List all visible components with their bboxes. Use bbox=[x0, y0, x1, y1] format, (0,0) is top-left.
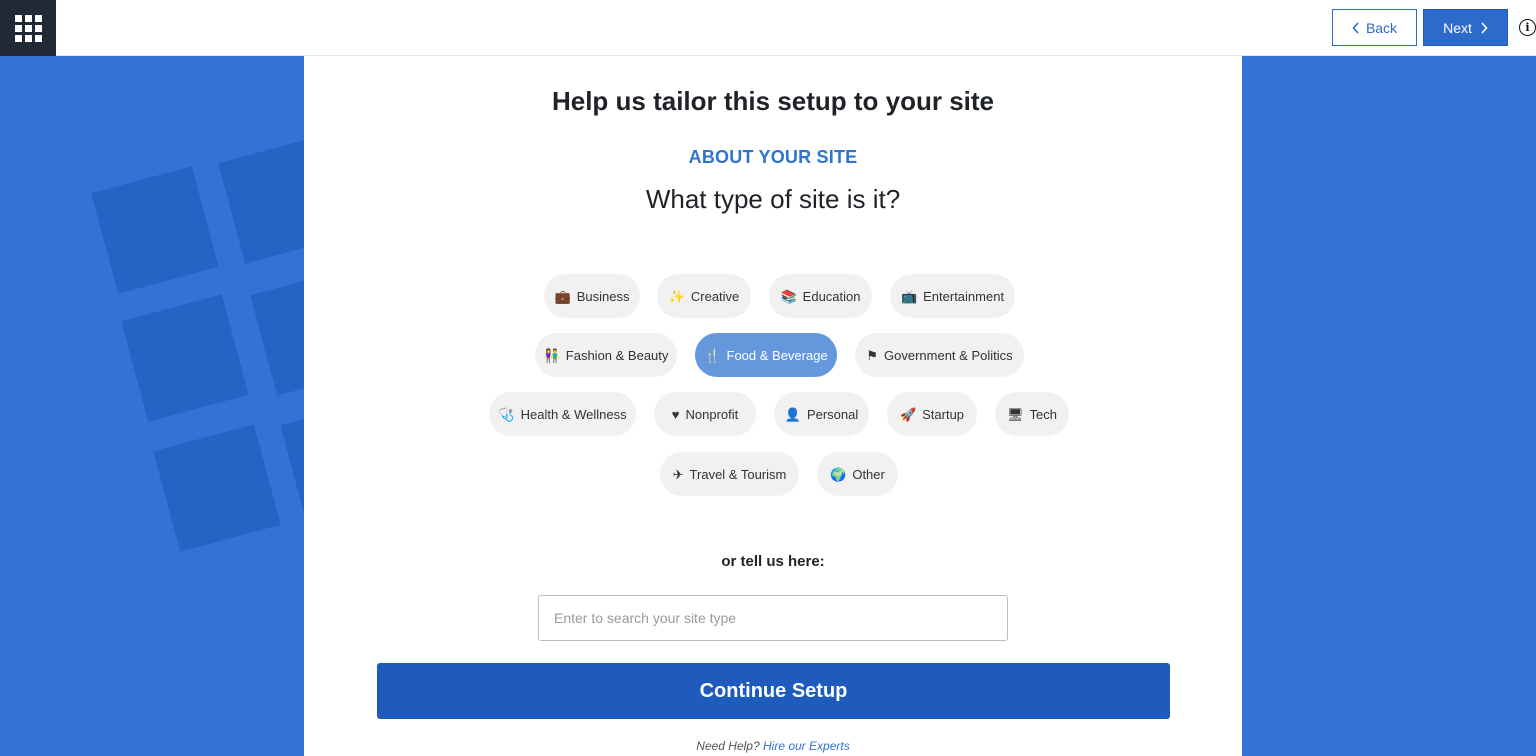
back-label: Back bbox=[1365, 19, 1398, 36]
chip-label: Food & Beverage bbox=[726, 347, 828, 363]
chip-label: Tech bbox=[1029, 406, 1057, 422]
medkit-icon: 🩺 bbox=[498, 406, 515, 422]
chip-label: Education bbox=[802, 288, 861, 304]
monitor-icon: 🖥 bbox=[1007, 406, 1024, 422]
utensils-icon: 🍴 bbox=[704, 347, 721, 363]
chip-label: Travel & Tourism bbox=[689, 466, 787, 482]
decor-square bbox=[121, 294, 249, 422]
chip-label: Health & Wellness bbox=[520, 406, 627, 422]
grid-icon bbox=[14, 14, 42, 42]
top-bar: Back Next i bbox=[0, 0, 1536, 56]
globe-icon: 🌍 bbox=[830, 466, 847, 482]
question-heading: What type of site is it? bbox=[645, 184, 901, 214]
continue-setup-button[interactable]: Continue Setup bbox=[377, 663, 1170, 719]
chevron-left-icon bbox=[1352, 21, 1359, 34]
books-icon: 📚 bbox=[780, 288, 797, 304]
chevron-right-icon bbox=[1481, 21, 1488, 34]
people-icon: 👫 bbox=[543, 347, 560, 363]
chip-label: Personal bbox=[806, 406, 859, 422]
chip-label: Business bbox=[576, 288, 630, 304]
info-icon[interactable]: i bbox=[1519, 19, 1536, 36]
grid-menu-button[interactable] bbox=[0, 0, 56, 56]
briefcase-icon: 💼 bbox=[554, 288, 571, 304]
chip-startup[interactable]: 🚀 Startup bbox=[887, 392, 977, 436]
chip-government-politics[interactable]: ⚑ Government & Politics bbox=[855, 333, 1024, 377]
back-button[interactable]: Back bbox=[1332, 9, 1417, 46]
chip-fashion-beauty[interactable]: 👫 Fashion & Beauty bbox=[535, 333, 677, 377]
tell-us-label: or tell us here: bbox=[721, 553, 825, 570]
chip-business[interactable]: 💼 Business bbox=[544, 274, 640, 318]
chip-label: Government & Politics bbox=[884, 347, 1013, 363]
chip-label: Fashion & Beauty bbox=[565, 347, 669, 363]
site-type-search-input[interactable] bbox=[538, 595, 1008, 641]
flag-icon: ⚑ bbox=[866, 347, 879, 363]
chip-label: Creative bbox=[690, 288, 740, 304]
setup-card: Help us tailor this setup to your site A… bbox=[304, 56, 1242, 756]
section-eyebrow: ABOUT YOUR SITE bbox=[688, 147, 858, 167]
chip-label: Nonprofit bbox=[685, 406, 739, 422]
help-prefix: Need Help? bbox=[696, 739, 760, 753]
next-label: Next bbox=[1443, 19, 1472, 36]
chip-entertainment[interactable]: 📺 Entertainment bbox=[890, 274, 1015, 318]
user-icon: 👤 bbox=[784, 406, 801, 422]
magic-wand-icon: ✨ bbox=[668, 288, 685, 304]
next-button[interactable]: Next bbox=[1423, 9, 1508, 46]
chip-label: Startup bbox=[922, 406, 965, 422]
chip-personal[interactable]: 👤 Personal bbox=[774, 392, 869, 436]
tv-icon: 📺 bbox=[900, 288, 918, 304]
heart-icon: ♥ bbox=[671, 406, 680, 422]
hire-experts-link[interactable]: Hire our Experts bbox=[763, 739, 850, 753]
decor-square bbox=[153, 424, 281, 552]
chip-creative[interactable]: ✨ Creative bbox=[657, 274, 751, 318]
rocket-icon: 🚀 bbox=[899, 406, 917, 422]
chip-education[interactable]: 📚 Education bbox=[769, 274, 872, 318]
chip-travel-tourism[interactable]: ✈ Travel & Tourism bbox=[660, 452, 799, 496]
plane-icon: ✈ bbox=[672, 466, 684, 482]
help-line: Need Help? Hire our Experts bbox=[304, 739, 1242, 753]
chip-tech[interactable]: 🖥 Tech bbox=[995, 392, 1069, 436]
chip-health-wellness[interactable]: 🩺 Health & Wellness bbox=[489, 392, 636, 436]
chip-label: Entertainment bbox=[923, 288, 1005, 304]
chip-other[interactable]: 🌍 Other bbox=[817, 452, 898, 496]
chip-label: Other bbox=[852, 466, 885, 482]
page-title: Help us tailor this setup to your site bbox=[551, 86, 995, 116]
chip-food-beverage[interactable]: 🍴 Food & Beverage bbox=[695, 333, 837, 377]
chip-nonprofit[interactable]: ♥ Nonprofit bbox=[654, 392, 756, 436]
decor-square bbox=[91, 166, 219, 294]
